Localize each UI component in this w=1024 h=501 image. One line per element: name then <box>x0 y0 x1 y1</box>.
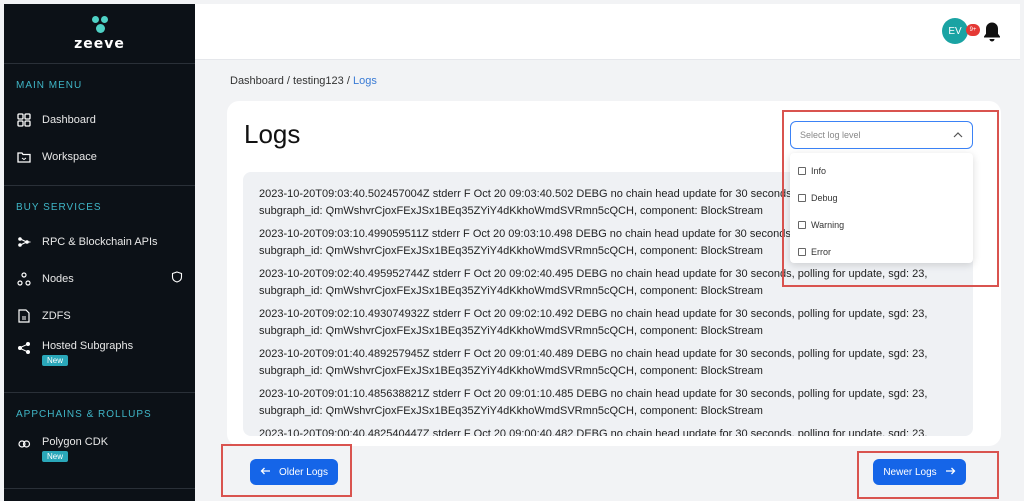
log-entry: 2023-10-20T09:01:40.489257945Z stderr F … <box>259 346 957 380</box>
folder-icon <box>16 149 32 165</box>
page-title: Logs <box>244 119 301 149</box>
sidebar-item-polygon-cdk[interactable]: Polygon CDK New <box>4 430 195 478</box>
api-icon <box>16 234 32 250</box>
grid-icon <box>16 112 32 128</box>
log-line: 2023-10-20T09:02:10.493074932Z stderr F … <box>259 308 928 320</box>
checkbox[interactable] <box>798 247 806 256</box>
sidebar-item-hosted-subgraphs[interactable]: Hosted Subgraphs New <box>4 334 195 382</box>
nodes-icon <box>16 271 32 287</box>
log-entry: 2023-10-20T09:00:40.482540447Z stderr F … <box>259 426 957 436</box>
breadcrumb-current: Logs <box>352 75 377 87</box>
sidebar-item-rpc-apis[interactable]: RPC & Blockchain APIs <box>4 223 195 260</box>
option-label: Info <box>811 165 827 176</box>
sidebar-item-label: Hosted Subgraphs <box>42 340 134 352</box>
annotation-box-newer <box>857 451 999 499</box>
section-title: APPCHAINS & ROLLUPS <box>16 409 152 420</box>
log-level-option-debug[interactable]: Debug <box>790 184 973 211</box>
option-label: Error <box>811 246 831 257</box>
sidebar-item-workspace[interactable]: Workspace <box>4 138 195 175</box>
sidebar-item-label: Polygon CDK <box>42 436 109 448</box>
log-line: 2023-10-20T09:01:40.489257945Z stderr F … <box>259 348 928 360</box>
new-badge: New <box>42 451 69 462</box>
option-label: Warning <box>811 219 845 230</box>
log-level-option-error[interactable]: Error <box>790 238 973 265</box>
checkbox[interactable] <box>798 193 806 202</box>
sidebar: zeeve MAIN MENU Dashboard Workspace BUY … <box>4 4 195 501</box>
link-icon <box>16 436 32 452</box>
option-label: Debug <box>811 192 838 203</box>
breadcrumb-separator: / <box>346 75 350 87</box>
sidebar-section-appchains: APPCHAINS & ROLLUPS Polygon CDK New <box>4 393 195 489</box>
breadcrumb-dashboard[interactable]: Dashboard <box>230 75 284 87</box>
checkbox[interactable] <box>798 166 806 175</box>
sidebar-item-nodes[interactable]: Nodes <box>4 260 195 297</box>
sidebar-item-label: Workspace <box>42 150 97 163</box>
sidebar-item-label: RPC & Blockchain APIs <box>42 235 158 248</box>
log-line: 2023-10-20T09:01:10.485638821Z stderr F … <box>259 388 928 400</box>
log-line: 2023-10-20T09:00:40.482540447Z stderr F … <box>259 428 928 436</box>
avatar[interactable]: EV <box>942 18 968 44</box>
log-line: subgraph_id: QmWshvrCjoxFExJSx1BEq35ZYiY… <box>259 405 763 417</box>
log-line: subgraph_id: QmWshvrCjoxFExJSx1BEq35ZYiY… <box>259 325 763 337</box>
log-entry: 2023-10-20T09:02:10.493074932Z stderr F … <box>259 306 957 340</box>
breadcrumb-project[interactable]: testing123 <box>293 75 344 87</box>
log-level-option-warning[interactable]: Warning <box>790 211 973 238</box>
sidebar-item-label: Nodes <box>42 272 74 285</box>
log-level-dropdown: Info Debug Warning Error <box>790 153 973 263</box>
sidebar-item-dashboard[interactable]: Dashboard <box>4 101 195 138</box>
share-icon <box>16 340 32 356</box>
zeeve-logo-icon <box>90 15 110 34</box>
log-entry: 2023-10-20T09:01:10.485638821Z stderr F … <box>259 386 957 420</box>
section-title: MAIN MENU <box>16 80 83 91</box>
brand-name: zeeve <box>74 35 125 52</box>
log-line: subgraph_id: QmWshvrCjoxFExJSx1BEq35ZYiY… <box>259 365 763 377</box>
sidebar-item-label: ZDFS <box>42 309 71 322</box>
new-badge: New <box>42 355 69 366</box>
section-title: BUY SERVICES <box>16 202 102 213</box>
breadcrumb-separator: / <box>286 75 290 87</box>
log-level-option-info[interactable]: Info <box>790 157 973 184</box>
storage-icon <box>16 308 32 324</box>
notification-count-badge: 9+ <box>966 24 980 36</box>
shield-icon <box>171 271 183 286</box>
sidebar-section-main-menu: MAIN MENU Dashboard Workspace <box>4 64 195 186</box>
sidebar-section-buy-services: BUY SERVICES RPC & Blockchain APIs Nodes… <box>4 186 195 393</box>
top-header: EV 9+ <box>195 4 1020 60</box>
annotation-box-older <box>221 444 352 497</box>
sidebar-item-zdfs[interactable]: ZDFS <box>4 297 195 334</box>
checkbox[interactable] <box>798 220 806 229</box>
sidebar-item-label: Dashboard <box>42 113 96 126</box>
breadcrumb: Dashboard / testing123 / Logs <box>230 75 377 87</box>
brand-logo[interactable]: zeeve <box>4 4 195 64</box>
bell-icon[interactable] <box>982 21 1002 48</box>
